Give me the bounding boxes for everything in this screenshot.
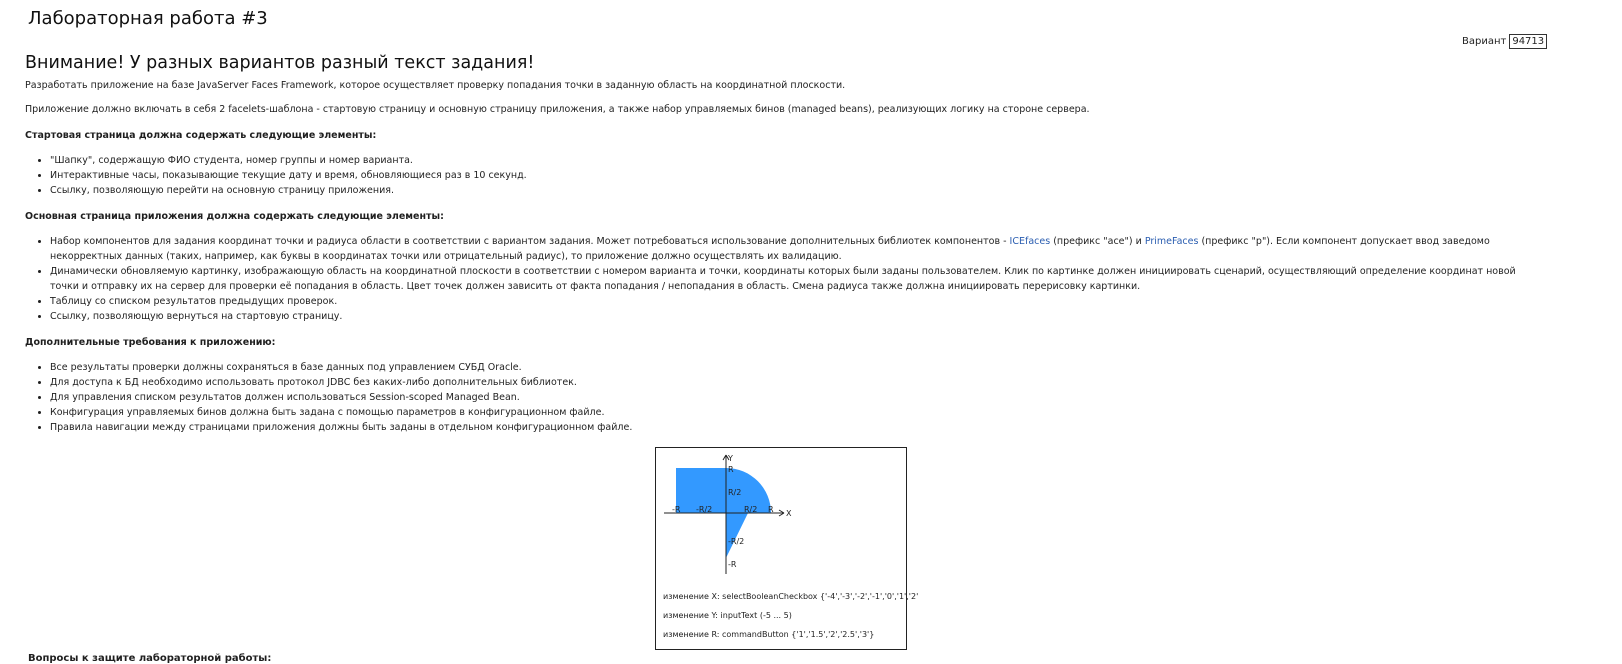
start-page-list: "Шапку", содержащую ФИО студента, номер …: [25, 153, 1525, 198]
list-item: "Шапку", содержащую ФИО студента, номер …: [50, 153, 1525, 168]
list-item: Таблицу со списком результатов предыдущи…: [50, 294, 1525, 309]
list-item: Набор компонентов для задания координат …: [50, 234, 1525, 264]
icefaces-link[interactable]: ICEfaces: [1010, 236, 1051, 247]
tick-label-r2: R/2: [744, 505, 757, 514]
intro-paragraph: Приложение должно включать в себя 2 face…: [25, 104, 1090, 115]
additional-heading: Дополнительные требования к приложению:: [25, 337, 276, 348]
tick-label-r: R: [768, 505, 774, 514]
area-diagram: Y X R R/2 -R -R/2 R/2 R -R/2 -R: [664, 454, 792, 574]
start-page-heading: Стартовая страница должна содержать след…: [25, 130, 377, 141]
tick-label-neg-r: -R: [728, 560, 737, 569]
variant-label: Вариант: [1462, 36, 1507, 47]
assignment-content: Внимание! У разных вариантов разный текс…: [25, 52, 1525, 435]
list-item: Все результаты проверки должны сохранять…: [50, 360, 1525, 375]
tick-label-r2: R/2: [728, 488, 741, 497]
list-item-text: Набор компонентов для задания координат …: [50, 236, 1010, 247]
list-item: Динамически обновляемую картинку, изобра…: [50, 264, 1525, 294]
list-item: Конфигурация управляемых бинов должна бы…: [50, 405, 1525, 420]
tick-label-neg-r2: -R/2: [696, 505, 712, 514]
additional-list: Все результаты проверки должны сохранять…: [25, 360, 1525, 435]
tick-label-r: R: [728, 465, 734, 474]
list-item: Ссылку, позволяющую перейти на основную …: [50, 183, 1525, 198]
list-item: Интерактивные часы, показывающие текущие…: [50, 168, 1525, 183]
tick-label-neg-r: -R: [672, 505, 681, 514]
list-item: Для доступа к БД необходимо использовать…: [50, 375, 1525, 390]
task-figure: Y X R R/2 -R -R/2 R/2 R -R/2 -R изменени…: [655, 447, 918, 650]
primefaces-link[interactable]: PrimeFaces: [1145, 236, 1199, 247]
list-item: Правила навигации между страницами прило…: [50, 420, 1525, 435]
y-axis-label: Y: [727, 454, 733, 463]
list-item: Ссылку, позволяющую вернуться на стартов…: [50, 309, 1525, 324]
main-page-heading: Основная страница приложения должна соде…: [25, 211, 444, 222]
intro-paragraph: Разработать приложение на базе JavaServe…: [25, 80, 846, 91]
variant-box: Вариант 94713: [1462, 34, 1548, 49]
tick-label-neg-r2: -R/2: [728, 537, 744, 546]
list-item: Для управления списком результатов долже…: [50, 390, 1525, 405]
questions-heading: Вопросы к защите лабораторной работы:: [28, 653, 272, 664]
x-axis-label: X: [786, 509, 792, 518]
figure-caption: изменение Y: inputText (-5 ... 5): [663, 611, 792, 620]
list-item-text: (префикс "ace") и: [1050, 236, 1145, 247]
variant-value: 94713: [1509, 34, 1548, 49]
warning-heading: Внимание! У разных вариантов разный текс…: [25, 53, 535, 73]
figure-caption: изменение R: commandButton {'1','1.5','2…: [663, 630, 875, 639]
figure-caption: изменение X: selectBooleanCheckbox {'-4'…: [663, 592, 919, 601]
main-page-list: Набор компонентов для задания координат …: [25, 234, 1525, 324]
page-title: Лабораторная работа #3: [28, 8, 268, 29]
